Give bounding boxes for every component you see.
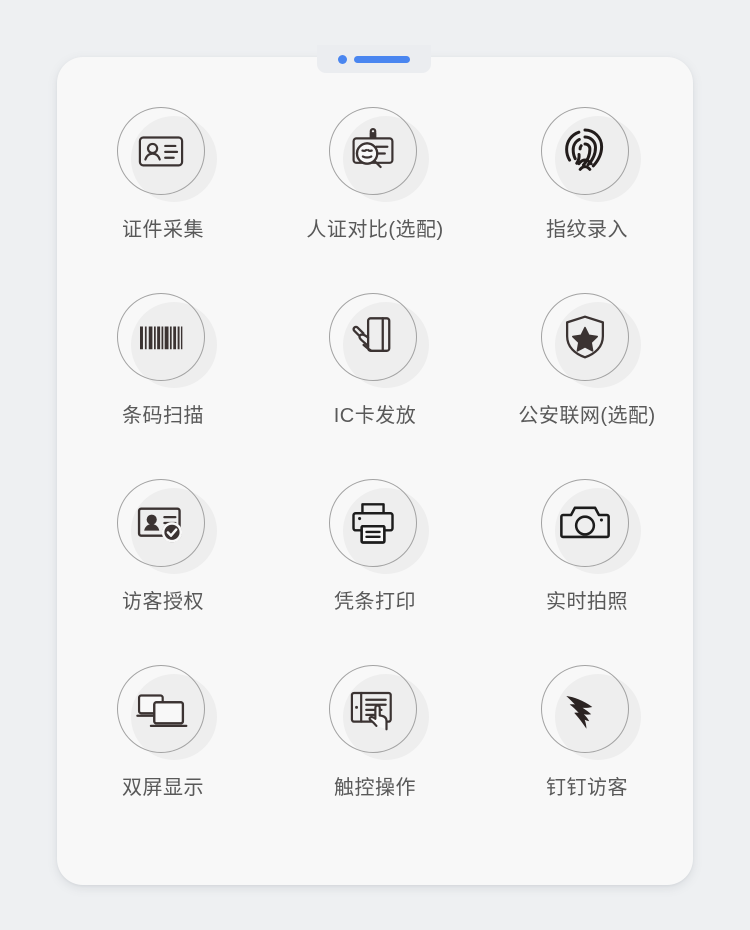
receipt-printer-icon bbox=[352, 503, 394, 544]
feature-label: 访客授权 bbox=[122, 591, 204, 613]
feature-item-dingtalk-visitor[interactable]: 钉钉访客 bbox=[481, 662, 693, 848]
id-card-capture-icon bbox=[138, 136, 184, 167]
feature-item-barcode-scan[interactable]: 条码扫描 bbox=[57, 290, 269, 476]
feature-item-id-card-capture[interactable]: 证件采集 bbox=[57, 104, 269, 290]
icon-wrap bbox=[321, 104, 429, 202]
dual-screen-icon bbox=[136, 694, 188, 727]
feature-item-dual-screen[interactable]: 双屏显示 bbox=[57, 662, 269, 848]
feature-label: 证件采集 bbox=[122, 219, 204, 241]
feature-label: 指纹录入 bbox=[546, 219, 628, 241]
speaker-indicator-bar bbox=[354, 55, 410, 63]
device-notch bbox=[317, 45, 431, 73]
icon-wrap bbox=[321, 476, 429, 574]
icon-ring bbox=[117, 479, 205, 567]
icon-wrap bbox=[109, 662, 217, 760]
feature-item-receipt-print[interactable]: 凭条打印 bbox=[269, 476, 481, 662]
feature-item-ic-card-issue[interactable]: IC卡发放 bbox=[269, 290, 481, 476]
screenshot-stage: 证件采集 人证对比(选配) 指纹录入 条码扫描 IC卡发放 公安联网(选配) 访… bbox=[0, 0, 750, 930]
barcode-scan-icon bbox=[140, 326, 183, 350]
icon-ring bbox=[329, 479, 417, 567]
feature-item-touch-operation[interactable]: 触控操作 bbox=[269, 662, 481, 848]
feature-label: 实时拍照 bbox=[546, 591, 628, 613]
icon-wrap bbox=[109, 104, 217, 202]
police-shield-icon bbox=[565, 315, 605, 359]
icon-wrap bbox=[109, 476, 217, 574]
feature-label: IC卡发放 bbox=[333, 405, 417, 427]
ic-card-issue-icon bbox=[352, 317, 391, 352]
icon-ring bbox=[117, 107, 205, 195]
icon-wrap bbox=[109, 290, 217, 388]
icon-ring bbox=[117, 665, 205, 753]
feature-item-face-id-verify[interactable]: 人证对比(选配) bbox=[269, 104, 481, 290]
icon-wrap bbox=[533, 662, 641, 760]
icon-wrap bbox=[321, 290, 429, 388]
icon-wrap bbox=[533, 104, 641, 202]
icon-ring bbox=[541, 293, 629, 381]
feature-grid: 证件采集 人证对比(选配) 指纹录入 条码扫描 IC卡发放 公安联网(选配) 访… bbox=[57, 104, 693, 848]
feature-item-fingerprint-enroll[interactable]: 指纹录入 bbox=[481, 104, 693, 290]
icon-ring bbox=[117, 293, 205, 381]
feature-label: 公安联网(选配) bbox=[518, 405, 656, 427]
icon-wrap bbox=[533, 290, 641, 388]
camera-indicator-dot bbox=[338, 54, 347, 64]
feature-label: 双屏显示 bbox=[122, 777, 204, 799]
feature-label: 人证对比(选配) bbox=[306, 219, 444, 241]
feature-label: 触控操作 bbox=[334, 777, 416, 799]
camera-icon bbox=[560, 506, 610, 539]
icon-ring bbox=[329, 107, 417, 195]
feature-label: 钉钉访客 bbox=[546, 777, 628, 799]
icon-wrap bbox=[321, 662, 429, 760]
feature-item-live-photo[interactable]: 实时拍照 bbox=[481, 476, 693, 662]
visitor-authorize-icon bbox=[137, 507, 183, 543]
touch-operation-icon bbox=[350, 691, 392, 731]
icon-ring bbox=[541, 665, 629, 753]
icon-wrap bbox=[533, 476, 641, 574]
fingerprint-icon bbox=[565, 128, 604, 171]
dingtalk-logo-icon bbox=[566, 696, 593, 729]
icon-ring bbox=[541, 479, 629, 567]
feature-label: 凭条打印 bbox=[334, 591, 416, 613]
icon-ring bbox=[541, 107, 629, 195]
feature-item-police-network[interactable]: 公安联网(选配) bbox=[481, 290, 693, 476]
feature-item-visitor-authorize[interactable]: 访客授权 bbox=[57, 476, 269, 662]
feature-label: 条码扫描 bbox=[122, 405, 204, 427]
icon-ring bbox=[329, 293, 417, 381]
face-id-verify-icon bbox=[352, 127, 394, 169]
icon-ring bbox=[329, 665, 417, 753]
